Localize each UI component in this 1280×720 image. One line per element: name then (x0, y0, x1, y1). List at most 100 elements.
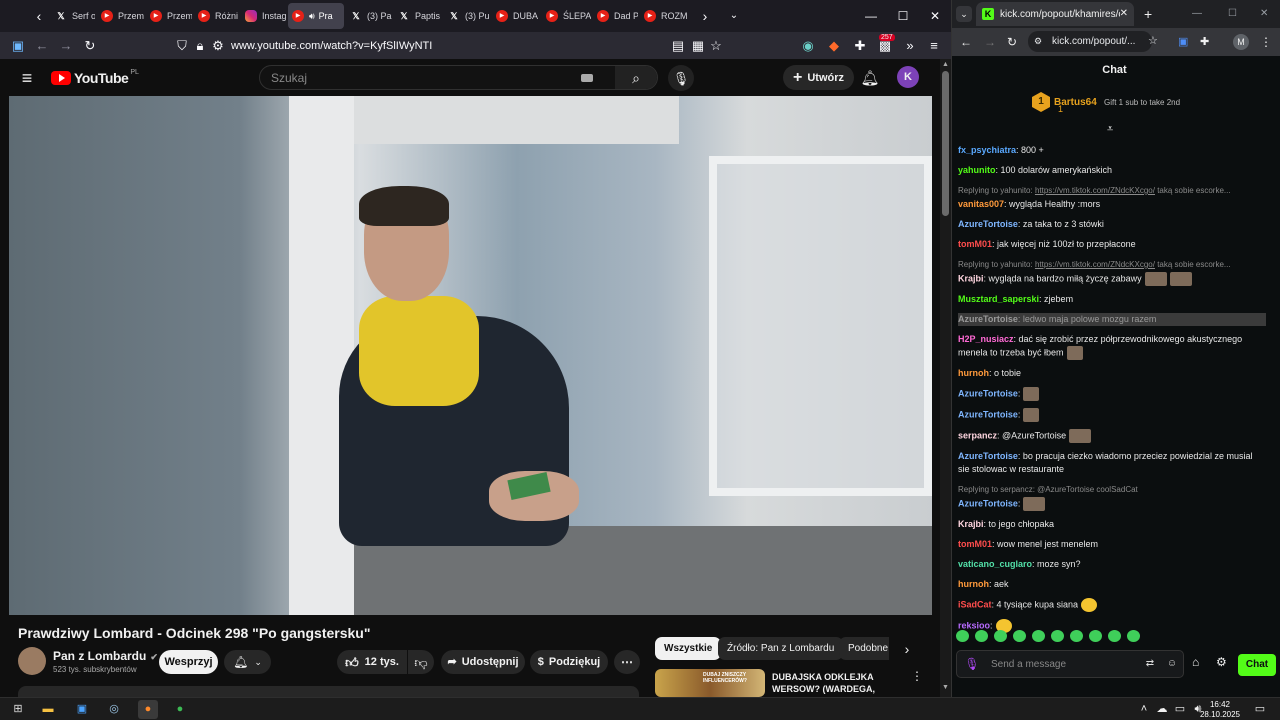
chrome-forward-icon[interactable]: → (982, 36, 998, 48)
chat-username[interactable]: AzureTortoise (958, 451, 1018, 461)
reply-context[interactable]: Replying to yahunito: https://vm.tiktok.… (958, 258, 1266, 271)
tab-13[interactable]: ▶ ROZM (640, 3, 697, 29)
chat-emote-icon[interactable] (1066, 346, 1083, 360)
chip-similar[interactable]: Podobne (839, 637, 889, 660)
chat-username[interactable]: hurnoh (958, 579, 989, 589)
chat-username[interactable]: reksioo (958, 620, 990, 630)
translate-icon[interactable]: ⇄ (1139, 659, 1161, 669)
tab-scroll-left-icon[interactable]: ‹ (28, 0, 50, 32)
chat-username[interactable]: Krajbi (958, 519, 984, 529)
chat-username[interactable]: hurnoh (958, 368, 989, 378)
emote-icon[interactable] (1108, 630, 1121, 642)
chat-username[interactable]: fx_psychiatra (958, 145, 1016, 155)
channel-avatar[interactable] (18, 647, 46, 675)
overflow-icon[interactable]: » (898, 33, 922, 59)
more-actions-icon[interactable]: ⋯ (614, 650, 640, 674)
chat-username[interactable]: tomM01 (958, 239, 992, 249)
tab-8[interactable]: 𝕏 Paptis (394, 3, 442, 29)
maximize-icon[interactable]: ☐ (887, 0, 919, 32)
share-button[interactable]: ➦ Udostępnij (441, 650, 525, 674)
tab-scroll-right-icon[interactable]: › (698, 0, 712, 32)
forward-icon[interactable]: → (54, 33, 78, 59)
reply-link[interactable]: https://vm.tiktok.com/ZNdcKXcgo/ (1035, 186, 1155, 195)
emote-icon[interactable] (1127, 630, 1140, 642)
tab-1[interactable]: 𝕏 Serf o (51, 3, 95, 29)
keyboard-icon[interactable] (581, 73, 593, 82)
channel-name-row[interactable]: Pan z Lombardu ✔ (53, 649, 158, 663)
chat-username[interactable]: AzureTortoise (958, 388, 1018, 398)
hamburger-menu-icon[interactable]: ≡ (15, 66, 39, 90)
extension-fox-icon[interactable]: ◆ (822, 33, 846, 59)
remote-desktop-icon[interactable]: ▣ (72, 700, 92, 719)
emoji-icon[interactable]: ☺ (1161, 659, 1183, 669)
collapse-chevron-icon[interactable]: ⩡ (1107, 124, 1113, 135)
scrollbar-thumb[interactable] (942, 71, 949, 216)
chrome-extension-icon[interactable]: ▣ (1178, 36, 1188, 48)
chrome-icon[interactable]: ● (170, 700, 190, 719)
reply-context[interactable]: Replying to yahunito: https://vm.tiktok.… (958, 184, 1266, 197)
chat-username[interactable]: AzureTortoise (958, 314, 1018, 324)
chat-username[interactable]: Krajbi (958, 273, 984, 283)
emote-icon[interactable] (994, 630, 1007, 642)
recommended-thumbnail[interactable]: DUBAJ ZNISZCZY INFLUENCERÓW? (655, 669, 765, 697)
tab-9[interactable]: 𝕏 (3) Pu (444, 3, 490, 29)
tab-2[interactable]: ▶ Przem (97, 3, 144, 29)
tab-11[interactable]: ▶ ŚLEPA (542, 3, 591, 29)
scroll-up-icon[interactable]: ▲ (940, 59, 951, 69)
recommended-menu-icon[interactable]: ⋮ (911, 669, 923, 683)
chat-emote-icon[interactable] (1169, 272, 1192, 286)
description-box[interactable] (18, 686, 639, 697)
chat-input[interactable]: 🎙︎ Send a message ⇄ ☺ (956, 650, 1184, 678)
create-button[interactable]: + Utwórz (783, 65, 855, 90)
dislike-button[interactable]: 👎︎ (408, 650, 434, 674)
top-gifter[interactable]: 1 Bartus64 1 Gift 1 sub to take 2nd (1032, 92, 1180, 114)
like-button[interactable]: 👍︎ 12 tys. (337, 650, 407, 674)
sidebar-toggle-icon[interactable]: ▣ (6, 33, 30, 59)
reply-link[interactable]: https://vm.tiktok.com/ZNdcKXcgo/ (1035, 260, 1155, 269)
chat-username[interactable]: vanitas007 (958, 199, 1004, 209)
voice-search-mic-icon[interactable]: 🎙︎ (668, 65, 694, 91)
emote-icon[interactable] (1070, 630, 1083, 642)
chrome-url-bar[interactable]: ⚙︎ kick.com/popout/... ☆ (1028, 31, 1158, 52)
emote-icon[interactable] (956, 630, 969, 642)
url-bar[interactable]: www.youtube.com/watch?v=KyfSlIWyNTI (231, 40, 432, 52)
chat-emote-icon[interactable] (1023, 497, 1046, 511)
account-avatar[interactable]: K (897, 66, 919, 88)
subscription-bell-button[interactable]: 🔔︎ ⌄ (224, 650, 271, 674)
close-window-icon[interactable]: ✕ (919, 0, 951, 32)
emote-icon[interactable] (1013, 630, 1026, 642)
page-scrollbar[interactable]: ▲ ▼ (940, 59, 951, 697)
video-player[interactable] (9, 96, 932, 615)
close-tab-icon[interactable]: ✕ (1120, 9, 1128, 19)
chrome-maximize-icon[interactable]: ☐ (1228, 9, 1237, 19)
firefox-icon[interactable]: ● (138, 700, 158, 719)
channel-name[interactable]: Pan z Lombardu (53, 649, 146, 663)
tray-chevron-icon[interactable]: ˄ (1134, 700, 1154, 719)
bookmark-star-icon[interactable]: ☆ (704, 33, 728, 59)
chat-username[interactable]: vaticano_cuglaro (958, 559, 1032, 569)
emote-icon[interactable] (1032, 630, 1045, 642)
emote-icon[interactable] (1089, 630, 1102, 642)
chat-emote-icon[interactable] (1023, 387, 1040, 401)
chrome-reload-icon[interactable]: ↻ (1004, 36, 1020, 48)
chat-username[interactable]: H2P_nusiacz (958, 334, 1014, 344)
chat-emote-icon[interactable] (1069, 429, 1092, 443)
taskbar-clock[interactable]: 16:42 28.10.2025 (1198, 700, 1242, 720)
permissions-icon[interactable]: ⚙︎ (206, 33, 230, 59)
chat-username[interactable]: AzureTortoise (958, 409, 1018, 419)
chat-username[interactable]: AzureTortoise (958, 219, 1018, 229)
chat-send-button[interactable]: Chat (1238, 654, 1276, 676)
file-explorer-icon[interactable]: ▬ (38, 700, 58, 719)
chips-next-icon[interactable]: › (897, 639, 917, 659)
tab-7[interactable]: 𝕏 (3) Pa (346, 3, 392, 29)
steam-icon[interactable]: ◎ (104, 700, 124, 719)
tab-search-icon[interactable]: ⌄ (956, 6, 972, 22)
tab-3[interactable]: ▶ Przem (146, 3, 192, 29)
emote-icon[interactable] (1051, 630, 1064, 642)
chrome-menu-icon[interactable]: ⋮ (1260, 36, 1272, 48)
extension-globe-icon[interactable]: ◉ (796, 33, 820, 59)
reload-icon[interactable]: ↻ (78, 33, 102, 59)
reply-context[interactable]: Replying to serpancz: @AzureTortoise coo… (958, 483, 1266, 496)
chat-username[interactable]: yahunito (958, 165, 996, 175)
chrome-profile-avatar[interactable]: M (1233, 34, 1249, 50)
